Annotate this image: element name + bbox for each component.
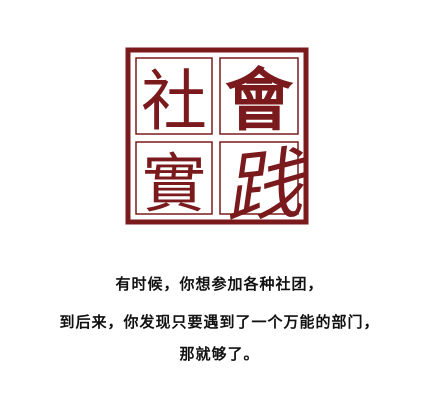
caption-line-2: 到后来，你发现只要遇到了一个万能的部门， bbox=[59, 313, 380, 331]
caption-line-1: 有时候，你想参加各种社团， bbox=[115, 275, 324, 293]
social-practice-seal-logo: 社 會 實 践 bbox=[125, 47, 312, 237]
seal-char-jian: 践 bbox=[219, 139, 312, 237]
seal-char-shi: 實 bbox=[142, 148, 206, 222]
seal-char-hui: 會 bbox=[225, 61, 294, 141]
seal-char-she: 社 bbox=[141, 63, 207, 140]
caption-line-3: 那就够了。 bbox=[179, 345, 260, 363]
